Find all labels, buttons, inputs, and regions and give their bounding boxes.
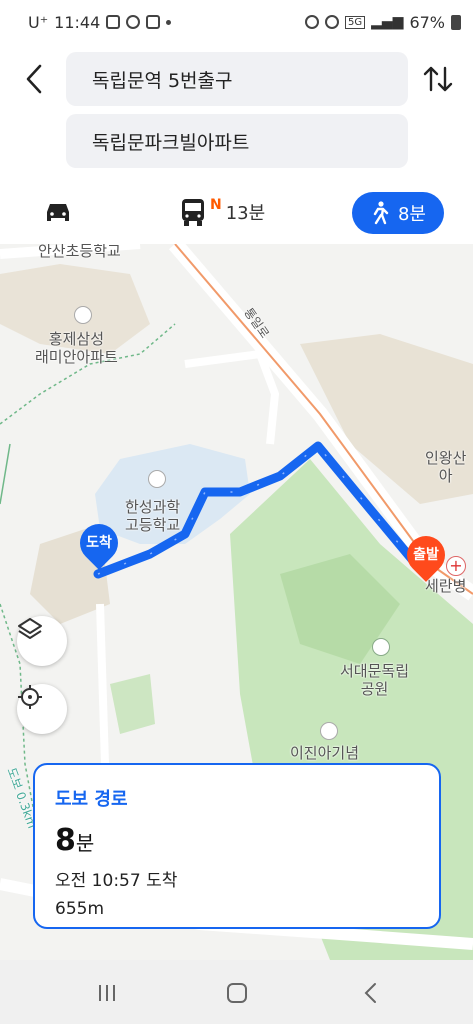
walk-time: 8분 xyxy=(397,204,426,225)
signal-icon: ▂▄▆ xyxy=(371,14,404,30)
bus-mode-tab[interactable]: N 13분 xyxy=(180,192,265,232)
apartment-icon xyxy=(74,306,92,324)
arrival-pin-label: 도착 xyxy=(86,535,112,551)
home-icon[interactable] xyxy=(222,978,252,1008)
duration-minutes: 8 xyxy=(55,823,76,858)
walk-icon xyxy=(373,201,389,225)
duration: 8분 xyxy=(55,823,419,858)
back-icon[interactable] xyxy=(18,62,52,96)
departure-pin-label: 출발 xyxy=(413,547,439,563)
apartment-label-inwang: 인왕산 아 xyxy=(425,449,467,485)
bus-icon xyxy=(182,199,204,226)
chat-icon xyxy=(106,15,121,29)
tree-icon xyxy=(372,638,390,656)
walk-mode-tab[interactable]: 8분 xyxy=(352,192,444,234)
park-label: 서대문독립 공원 xyxy=(340,662,410,698)
crosshair-icon xyxy=(18,685,42,709)
more-notifications-icon xyxy=(166,19,172,25)
location-icon xyxy=(325,15,339,29)
network-label: 5G xyxy=(345,15,366,29)
alarm-icon xyxy=(305,15,319,29)
arrival-pin[interactable]: 도착 xyxy=(72,516,126,574)
battery-icon xyxy=(451,14,461,30)
duration-unit: 분 xyxy=(75,831,95,855)
swap-icon[interactable] xyxy=(421,62,455,96)
clock: 11:44 xyxy=(54,12,101,32)
new-badge: N xyxy=(210,197,222,213)
layers-icon xyxy=(18,618,42,639)
locate-button[interactable] xyxy=(17,684,67,734)
arrival-time: 오전 10:57 도착 xyxy=(55,871,178,891)
route-type-title: 도보 경로 xyxy=(55,789,128,810)
memorial-label: 이진아기념 xyxy=(290,744,360,762)
school-icon xyxy=(148,470,166,488)
system-navigation-bar xyxy=(0,960,473,1024)
back-nav-icon[interactable] xyxy=(356,978,386,1008)
distance: 655m xyxy=(55,899,105,919)
bus-time: 13분 xyxy=(225,203,266,224)
departure-pin[interactable]: 출발 xyxy=(399,528,453,586)
destination-input[interactable]: 독립문파크빌아파트 xyxy=(66,114,408,168)
recent-apps-icon[interactable] xyxy=(92,978,122,1008)
route-header: 독립문역 5번출구 독립문파크빌아파트 N 13분 8분 xyxy=(0,44,473,244)
book-icon xyxy=(320,722,338,740)
car-icon[interactable] xyxy=(42,196,74,228)
school-label-hansung: 한성과학 고등학교 xyxy=(125,498,181,534)
hospital-icon: + xyxy=(446,556,466,576)
layers-button[interactable] xyxy=(17,616,67,666)
school-label-ansan: 안산초등학교 xyxy=(38,244,121,260)
battery-percent: 67% xyxy=(409,12,445,32)
start-text: 독립문역 5번출구 xyxy=(92,69,233,92)
gallery-icon xyxy=(146,15,161,29)
carrier-label: U⁺ xyxy=(28,12,49,32)
transport-modes: N 13분 8분 xyxy=(0,190,473,234)
destination-text: 독립문파크빌아파트 xyxy=(92,131,250,154)
start-input[interactable]: 독립문역 5번출구 xyxy=(66,52,408,106)
status-bar: U⁺ 11:44 5G ▂▄▆ 67% xyxy=(0,0,473,44)
app-icon xyxy=(126,15,141,29)
route-summary-card[interactable]: 도보 경로 8분 오전 10:57 도착 655m xyxy=(33,763,441,929)
apartment-label-samsung: 홍제삼성 래미안아파트 xyxy=(35,330,118,366)
